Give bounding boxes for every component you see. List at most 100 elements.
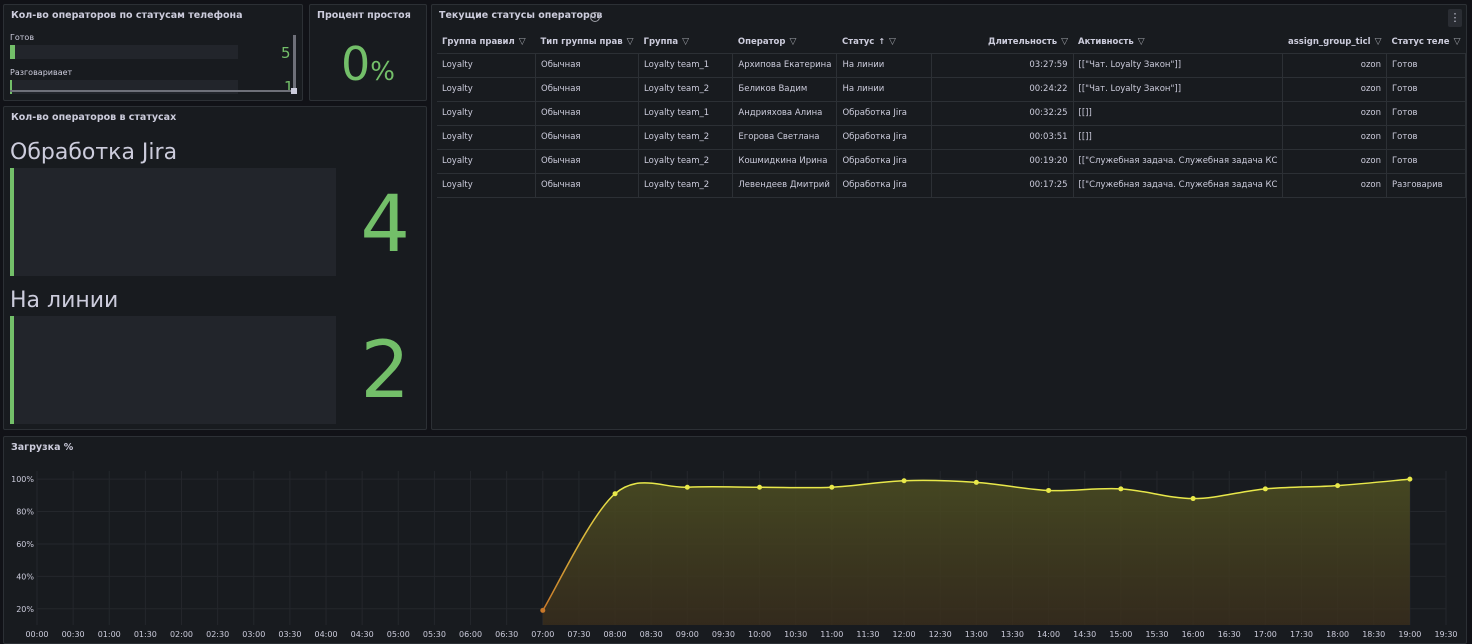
table-cell: 00:24:22 [931,77,1074,102]
idle-value-number: 0 [341,37,371,91]
filter-icon[interactable]: ▽ [1375,37,1382,47]
table-cell: Loyalty team_1 [638,101,734,126]
column-header[interactable]: Группа правил ▽ [437,31,536,54]
data-point [1190,496,1196,502]
column-header-label: Активность [1078,36,1134,47]
table-cell: Беликов Вадим [732,77,838,102]
x-tick-label: 09:00 [676,630,699,639]
x-tick-label: 17:30 [1290,630,1313,639]
bar-value-ready: 5 [281,44,291,62]
idle-percent-panel: Процент простоя 0% [309,4,427,101]
table-cell: ozon [1282,77,1387,102]
filter-icon[interactable]: ▽ [1061,37,1068,47]
column-header-label: Группа правил [442,36,515,47]
x-tick-label: 00:00 [25,630,48,639]
x-tick-label: 11:30 [856,630,879,639]
filter-icon[interactable]: ▽ [889,37,896,47]
column-header[interactable]: Статус теле ▽ [1386,31,1466,54]
table-header-row: Группа правил ▽ Тип группы прав ▽ Группа ▽ Опе… [437,31,1466,54]
x-tick-label: 19:30 [1434,630,1457,639]
y-tick-label: 100% [11,475,34,484]
x-tick-label: 17:00 [1254,630,1277,639]
table-row[interactable]: Loyalty Обычная Loyalty team_2 Беликов Вади… [437,77,1466,102]
x-tick-label: 14:30 [1073,630,1096,639]
load-chart: 00:00 00:30 01:00 01:30 02:00 02:30 03:00 03:30… [11,471,1458,639]
filter-icon[interactable]: ▽ [682,37,689,47]
table-cell: Loyalty [437,149,536,174]
scroll-corner [291,88,297,94]
x-tick-label: 13:30 [1001,630,1024,639]
sort-asc-icon[interactable]: ↑ [878,37,885,46]
filter-icon[interactable]: ▽ [789,37,796,47]
vertical-scrollbar[interactable] [293,35,296,93]
y-tick-label: 40% [16,572,34,581]
data-point [973,479,979,485]
column-header[interactable]: Длительность ▽ [931,31,1074,54]
column-header[interactable]: assign_group_ticl ▽ [1282,31,1387,54]
table-cell: Обычная [535,101,640,126]
table-cell: Архипова Екатерина [732,53,838,78]
x-tick-label: 18:00 [1326,630,1349,639]
info-icon[interactable]: i [590,12,600,22]
series-area [542,479,1410,625]
table-row[interactable]: Loyalty Обычная Loyalty team_1 Андрияхова А… [437,101,1466,126]
panel-title: Кол-во операторов по статусам телефона [11,10,243,21]
filter-icon[interactable]: ▽ [1454,37,1461,47]
x-tick-label: 10:30 [784,630,807,639]
x-tick-label: 11:00 [820,630,843,639]
table-cell: Разговарив [1386,173,1466,198]
x-tick-label: 02:00 [170,630,193,639]
y-tick-label: 20% [16,605,34,614]
column-header-label: Статус теле [1391,36,1450,47]
panel-title: Текущие статусы операторов [439,10,603,21]
idle-value-unit: % [370,57,395,87]
table-cell: Готов [1386,77,1466,102]
table-cell: 00:03:51 [931,125,1074,150]
data-point [1262,486,1268,492]
x-tick-label: 04:30 [351,630,374,639]
table-cell: Егорова Светлана [732,125,838,150]
status-value-online: 2 [360,326,410,416]
column-header[interactable]: Активность ▽ [1073,31,1283,54]
column-header[interactable]: Оператор ▽ [732,31,837,54]
x-tick-label: 03:00 [242,630,265,639]
table-cell: Loyalty [437,101,536,126]
table-cell: ozon [1282,149,1387,174]
table-row[interactable]: Loyalty Обычная Loyalty team_1 Архипова Ека… [437,53,1466,78]
filter-icon[interactable]: ▽ [627,37,634,47]
table-cell: Обработка Jira [836,149,932,174]
column-header[interactable]: Тип группы прав ▽ [535,31,639,54]
y-tick-label: 80% [16,508,34,517]
table-cell: ozon [1282,101,1387,126]
filter-icon[interactable]: ▽ [1138,37,1145,47]
x-tick-label: 18:30 [1362,630,1385,639]
column-header-label: Тип группы прав [540,36,623,47]
table-cell: Готов [1386,125,1466,150]
status-count-panel: Кол-во операторов в статусах Обработка J… [3,106,427,430]
column-header[interactable]: Группа ▽ [638,31,733,54]
column-header-label: Длительность [988,36,1058,47]
column-header[interactable]: Статус ↑ ▽ [836,31,932,54]
table-cell: Loyalty [437,125,536,150]
data-point [1407,476,1413,482]
table-row[interactable]: Loyalty Обычная Loyalty team_2 Кошмидкина И… [437,149,1466,174]
x-tick-label: 13:00 [965,630,988,639]
phone-status-panel: Кол-во операторов по статусам телефона Г… [3,4,303,101]
data-point [1118,486,1124,492]
bar-track-ready [10,45,238,59]
status-name-jira: Обработка Jira [10,140,178,165]
table-cell: ozon [1282,125,1387,150]
x-tick-label: 07:00 [531,630,554,639]
status-name-online: На линии [10,288,119,313]
data-point [1046,487,1052,493]
table-cell: Андрияхова Алина [732,101,838,126]
panel-title: Кол-во операторов в статусах [11,112,177,123]
x-tick-label: 12:00 [893,630,916,639]
table-row[interactable]: Loyalty Обычная Loyalty team_2 Левендеев Дм… [437,173,1466,198]
table-cell: 03:27:59 [931,53,1074,78]
horizontal-scrollbar[interactable] [10,90,292,92]
filter-icon[interactable]: ▽ [519,37,526,47]
x-tick-label: 09:30 [712,630,735,639]
table-row[interactable]: Loyalty Обычная Loyalty team_2 Егорова Свет… [437,125,1466,150]
panel-menu-button[interactable]: ⋮ [1448,9,1462,27]
